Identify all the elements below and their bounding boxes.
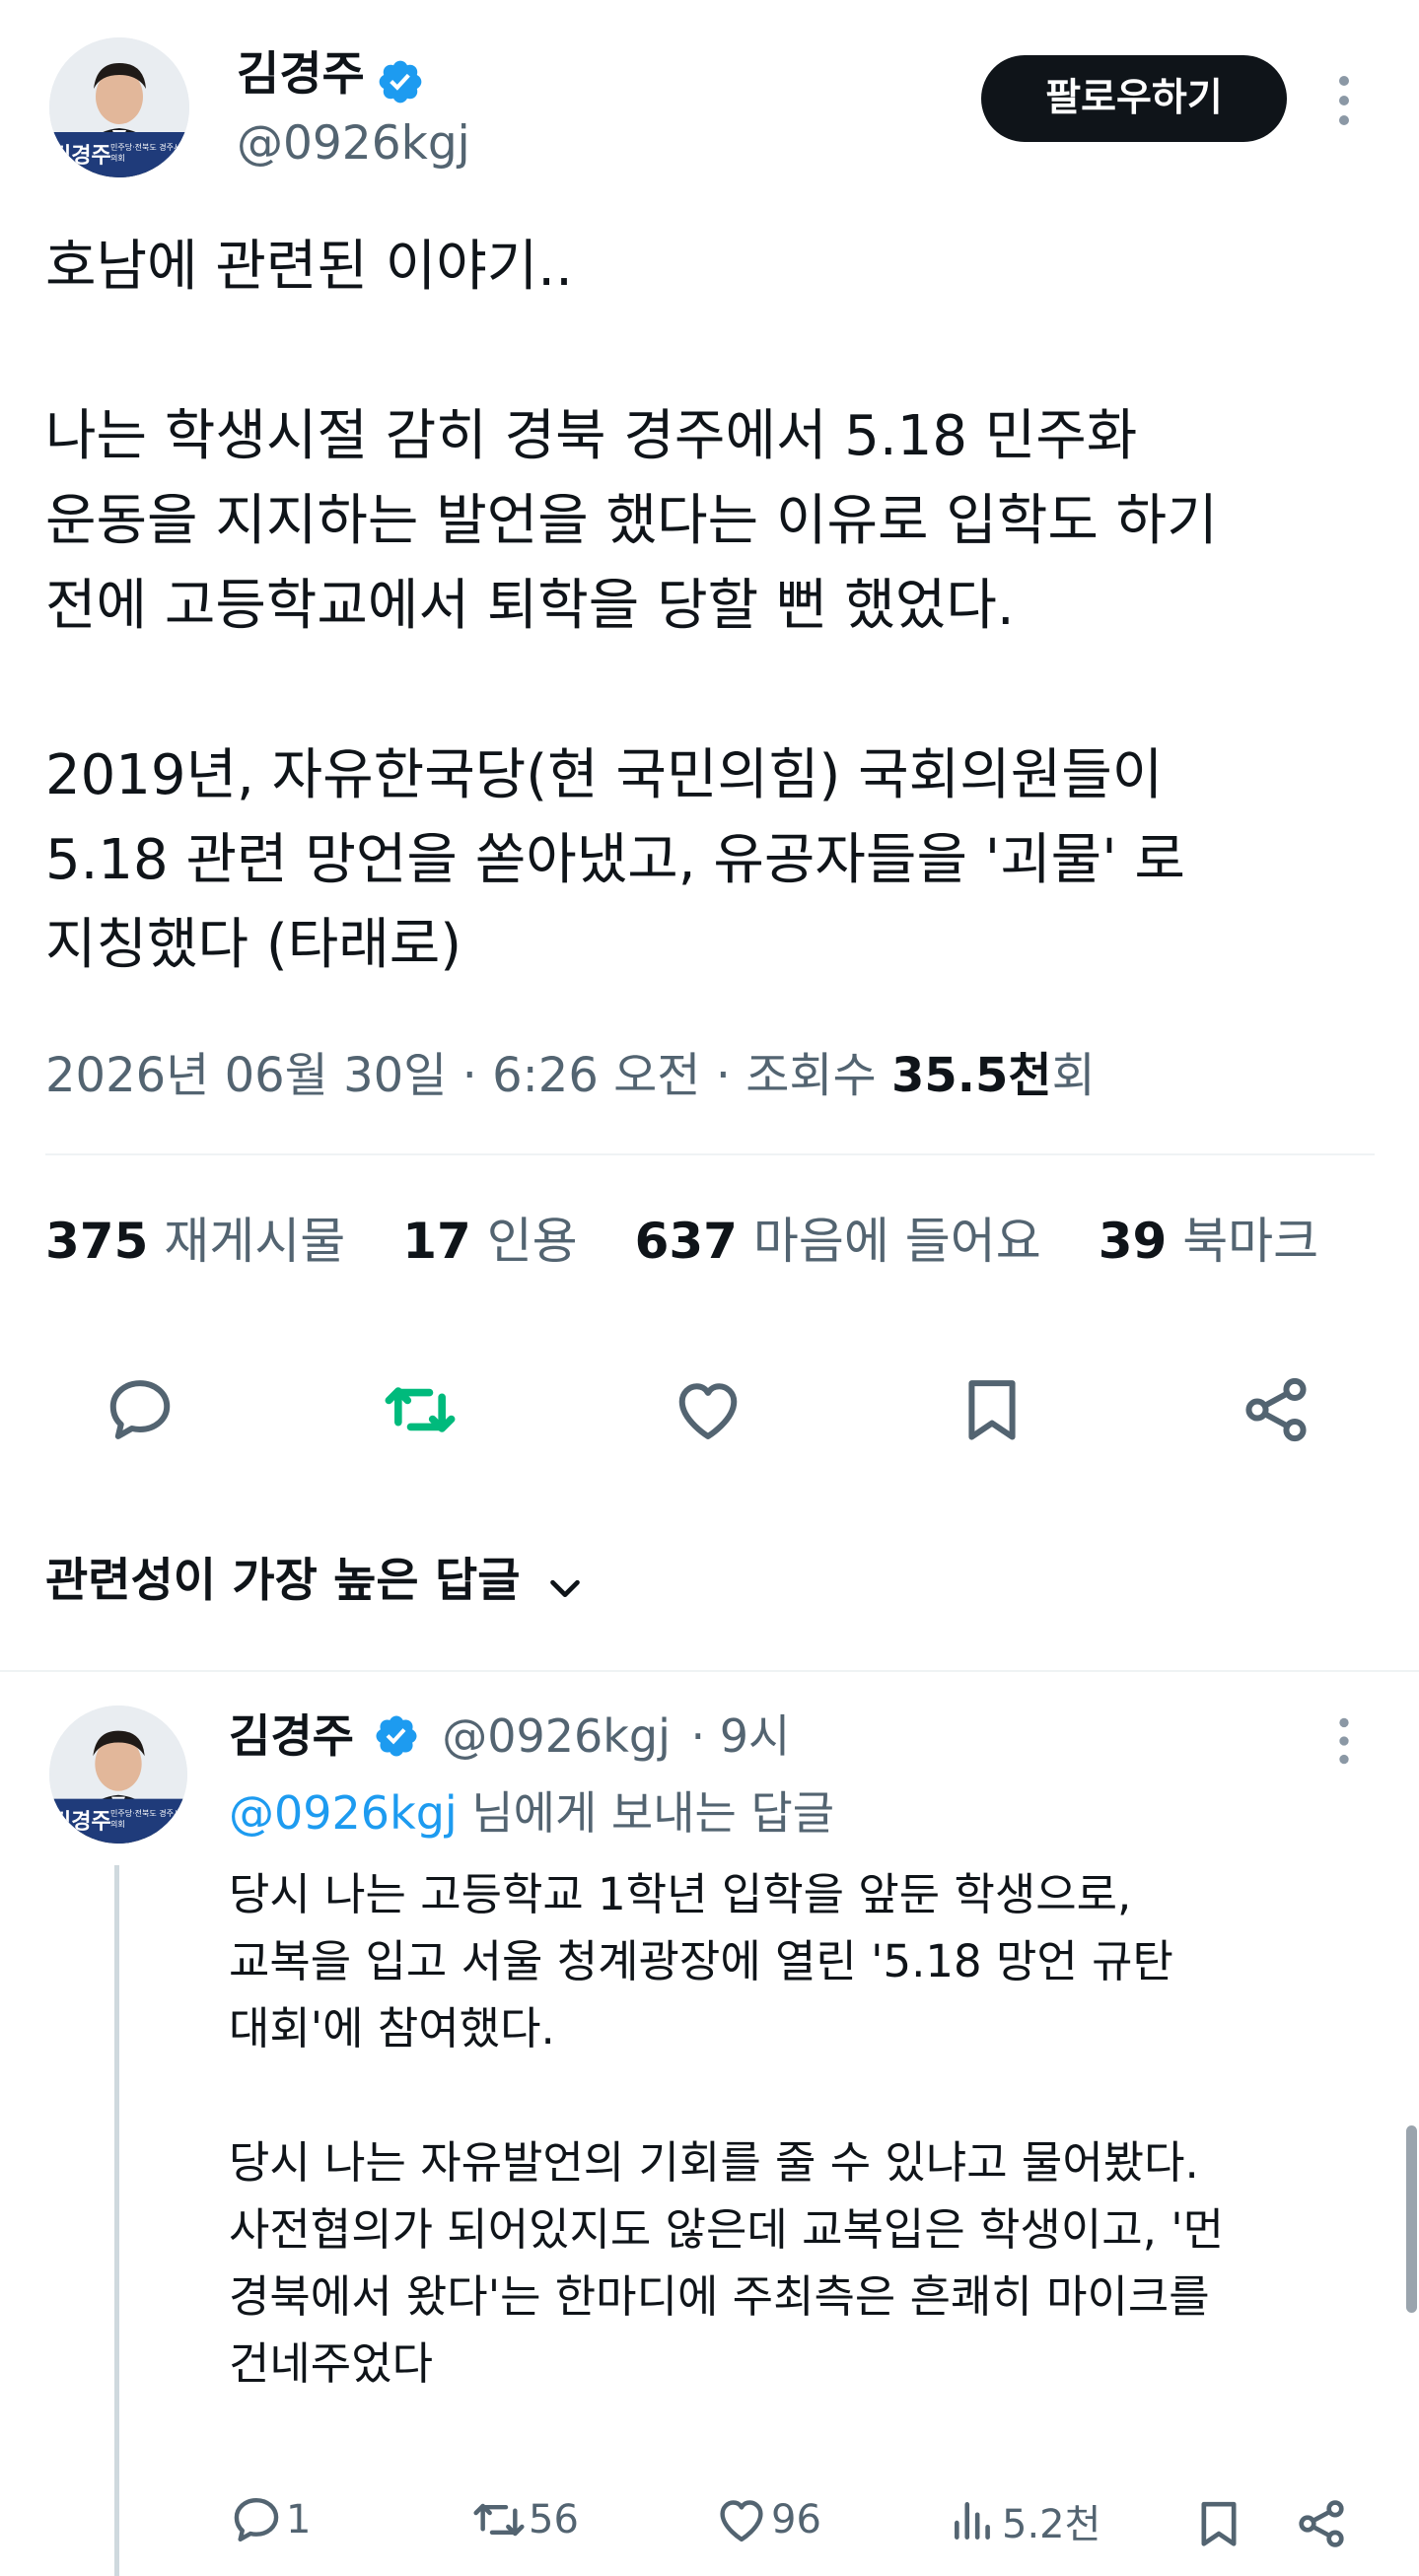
reply-icon [234,2497,279,2542]
author-name[interactable]: 김경주 [237,47,365,102]
quotes-count: 17 [402,1213,471,1270]
avatar-caption: 김경주 [51,1810,111,1835]
reply-text: 당시 나는 고등학교 1학년 입학을 앞둔 학생으로, 교복을 입고 서울 청계… [229,1868,1224,2390]
reply-action-views-count: 5.2천 [1002,2502,1101,2547]
reply-author-avatar[interactable]: 김경주 민주당·전북도 경주시의회 [49,1706,187,1844]
reply-action-views[interactable]: 5.2천 [949,2492,1100,2555]
reply-action-retweet[interactable]: 56 [469,2492,579,2555]
reply-action-reply[interactable]: 1 [229,2492,311,2555]
avatar-caption: 김경주 [51,144,111,169]
reply-action-retweet-count: 56 [529,2497,579,2542]
tweet-views-suffix: 회 [1051,1048,1096,1103]
reply-more-options-icon[interactable] [1331,1715,1357,1767]
reply-action-like[interactable]: 96 [714,2492,821,2555]
retweets-label: 재게시물 [164,1213,346,1270]
replies-sort-label: 관련성이 가장 높은 답글 [45,1554,521,1608]
reply-author-handle[interactable]: @0926kgj [442,1709,671,1763]
replying-to-label: 님에게 보내는 답글 [457,1786,835,1840]
author-avatar[interactable]: 김경주 민주당·전북도 경주시의회 [49,37,189,177]
scrollbar-thumb[interactable] [1406,2125,1417,2313]
reply-time[interactable]: · 9시 [691,1709,791,1763]
replying-to-handle[interactable]: @0926kgj [229,1786,458,1840]
quotes-label: 인용 [486,1213,578,1270]
divider [45,1153,1375,1155]
likes-label: 마음에 들어요 [752,1213,1041,1270]
retweets-count: 375 [45,1213,149,1270]
likes-stat[interactable]: 637 마음에 들어요 [635,1213,1041,1270]
reply-action-reply-count: 1 [286,2497,312,2542]
tweet-meta: 2026년 06월 30일 · 6:26 오전 · 조회수 35.5천회 [45,1041,1096,1110]
retweet-icon [473,2503,525,2537]
retweets-stat[interactable]: 375 재게시물 [45,1213,345,1270]
share-icon [1299,2500,1344,2547]
reply-author-name[interactable]: 김경주 [229,1709,354,1763]
share-icon [1245,1377,1307,1442]
like-button[interactable] [671,1372,745,1447]
views-chart-icon [955,2502,990,2540]
replying-to: @0926kgj 님에게 보내는 답글 [229,1780,834,1845]
reply-action-share[interactable] [1294,2496,1349,2551]
replies-sort-dropdown[interactable]: 관련성이 가장 높은 답글 [45,1546,585,1617]
stats-row: 375 재게시물 17 인용 637 마음에 들어요 39 북마크 [45,1207,1318,1276]
verified-badge-icon [379,60,422,103]
thread-line [114,1865,119,2576]
quotes-stat[interactable]: 17 인용 [402,1213,578,1270]
avatar-subcaption: 민주당·전북도 경주시의회 [110,143,181,163]
bookmark-icon [1201,2501,1237,2546]
verified-badge-icon [376,1715,417,1756]
divider [0,1670,1419,1672]
tweet-views-count: 35.5천 [890,1048,1052,1103]
more-options-icon[interactable] [1331,73,1357,128]
reply-action-like-count: 96 [771,2497,821,2542]
bookmarks-stat[interactable]: 39 북마크 [1099,1213,1319,1270]
author-name-row: 김경주 [237,43,425,106]
retweet-icon [385,1387,456,1432]
reply-action-bookmark[interactable] [1191,2496,1246,2551]
share-button[interactable] [1239,1372,1313,1447]
author-handle[interactable]: @0926kgj [237,112,470,175]
heart-icon [720,2500,763,2542]
retweet-button[interactable] [381,1372,460,1447]
tweet-text: 호남에 관련된 이야기.. 나는 학생시절 감히 경북 경주에서 5.18 민주… [45,235,1218,977]
bookmark-button[interactable] [955,1372,1029,1447]
heart-icon [678,1383,738,1439]
likes-count: 637 [634,1213,738,1270]
reply-button[interactable] [103,1372,177,1447]
follow-button[interactable]: 팔로우하기 [981,55,1287,142]
tweet-date[interactable]: 2026년 06월 30일 · 6:26 오전 · 조회수 [45,1048,891,1103]
bookmark-icon [968,1380,1016,1440]
chevron-down-icon [549,1579,580,1597]
reply-icon [109,1380,171,1439]
reply-header: 김경주 @0926kgj · 9시 [229,1704,790,1769]
avatar-subcaption: 민주당·전북도 경주시의회 [110,1809,181,1829]
bookmarks-count: 39 [1098,1213,1168,1270]
bookmarks-label: 북마크 [1182,1213,1319,1270]
